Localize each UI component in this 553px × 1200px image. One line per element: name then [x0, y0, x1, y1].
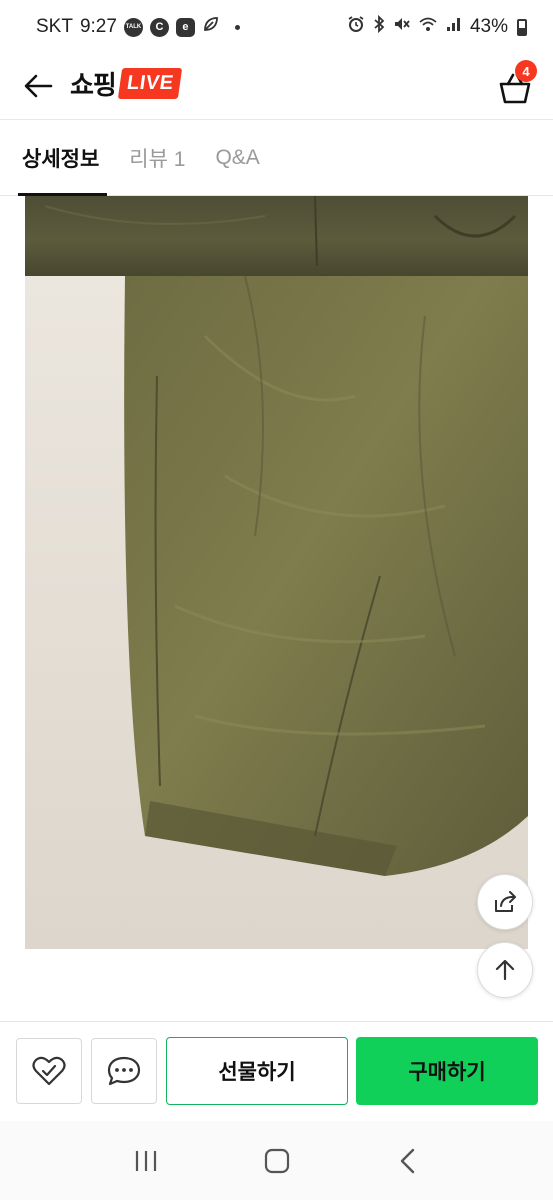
- home-icon: [264, 1148, 289, 1173]
- recents-button[interactable]: [126, 1141, 166, 1181]
- wifi-icon: [418, 15, 438, 39]
- home-button[interactable]: [257, 1141, 297, 1181]
- back-button[interactable]: [16, 64, 60, 108]
- wishlist-button[interactable]: [16, 1038, 82, 1104]
- product-detail-image: [25, 196, 528, 949]
- cart-count-badge: 4: [515, 60, 537, 82]
- battery-percent: 43%: [469, 16, 508, 37]
- product-photo-trousers: [25, 275, 528, 949]
- system-back-button[interactable]: [388, 1141, 428, 1181]
- live-badge: LIVE: [117, 68, 183, 99]
- heart-check-icon: [32, 1056, 66, 1086]
- more-notifications-dot: [234, 24, 240, 30]
- mute-icon: [393, 15, 411, 39]
- clock: 9:27: [79, 16, 117, 37]
- product-photo-top: [25, 196, 528, 276]
- gift-button[interactable]: 선물하기: [166, 1037, 348, 1105]
- system-nav-bar: [0, 1121, 553, 1200]
- talk-icon: TALK: [123, 17, 143, 37]
- share-button[interactable]: [477, 874, 533, 930]
- recents-icon: [135, 1150, 156, 1171]
- c-icon: C: [149, 17, 169, 37]
- alarm-icon: [347, 15, 365, 39]
- chat-bubble-icon: [107, 1056, 141, 1086]
- signal-icon: [445, 15, 463, 39]
- back-icon: [400, 1148, 414, 1173]
- arrow-left-icon: [24, 74, 53, 98]
- bluetooth-icon: [372, 14, 386, 39]
- purchase-action-bar: 선물하기 구매하기: [0, 1021, 553, 1121]
- share-icon: [495, 891, 516, 912]
- status-right: 43%: [347, 14, 527, 39]
- tab-reviews[interactable]: 리뷰 1: [127, 120, 187, 195]
- tab-bar: 상세정보 리뷰 1 Q&A: [0, 120, 553, 196]
- status-left: SKT 9:27 TALK C e: [36, 15, 240, 39]
- carrier: SKT: [36, 16, 73, 37]
- leaf-icon: [202, 15, 220, 39]
- app-header: 쇼핑 LIVE 4: [0, 54, 553, 120]
- buy-button[interactable]: 구매하기: [356, 1037, 538, 1105]
- e-icon: e: [175, 17, 195, 37]
- chat-button[interactable]: [91, 1038, 157, 1104]
- scroll-top-button[interactable]: [477, 942, 533, 998]
- tab-qna[interactable]: Q&A: [213, 120, 261, 195]
- battery-icon: [517, 18, 527, 36]
- tab-details[interactable]: 상세정보: [17, 120, 108, 196]
- brand-title: 쇼핑: [70, 70, 117, 100]
- status-bar: SKT 9:27 TALK C e 43%: [0, 0, 553, 54]
- brand-logo[interactable]: 쇼핑 LIVE: [70, 65, 183, 102]
- arrow-up-icon: [495, 959, 515, 981]
- cart-button[interactable]: 4: [491, 60, 539, 108]
